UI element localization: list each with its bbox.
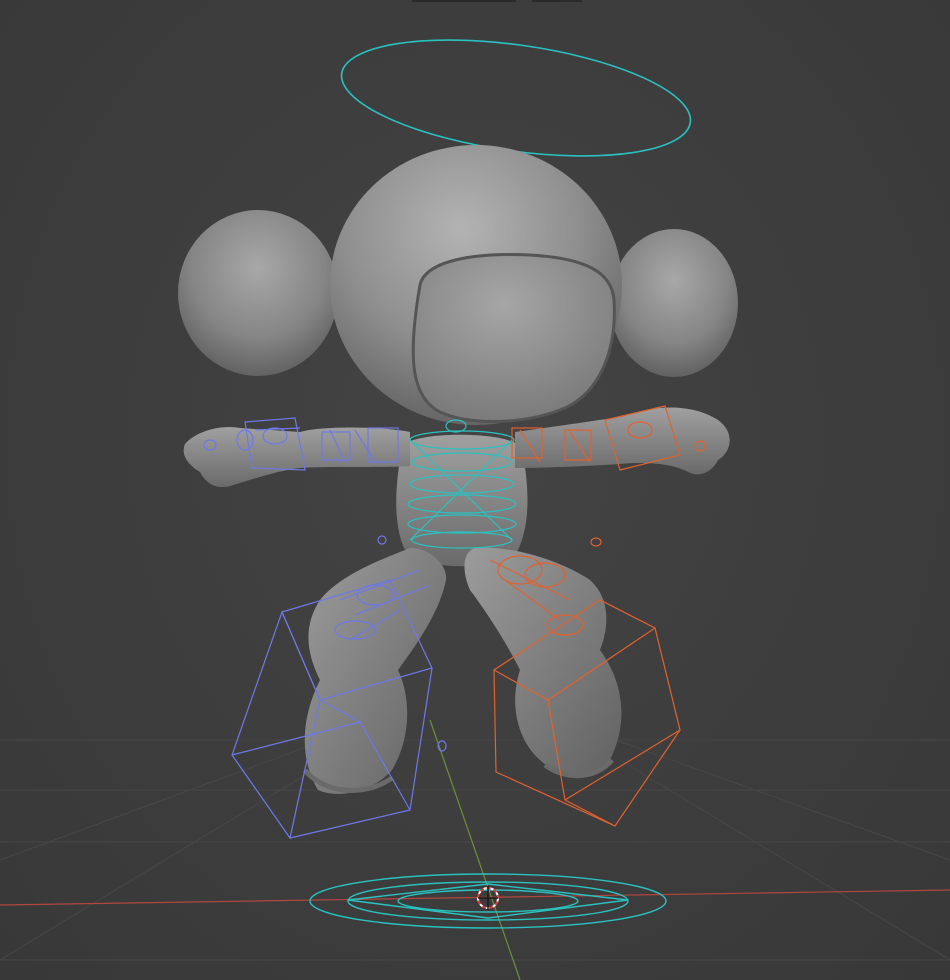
3d-viewport[interactable] (0, 0, 950, 980)
torso-mesh (396, 434, 528, 567)
x-axis-line (0, 889, 950, 906)
face-plate (411, 253, 616, 423)
floor-grid (0, 719, 950, 961)
right-arm-mesh (515, 407, 730, 475)
left-arm-mesh (183, 426, 410, 488)
3d-cursor-icon[interactable] (477, 886, 499, 910)
y-axis-line (429, 719, 521, 980)
viewport-scene (0, 39, 950, 980)
left-ear (178, 210, 338, 376)
right-ear (610, 229, 738, 377)
